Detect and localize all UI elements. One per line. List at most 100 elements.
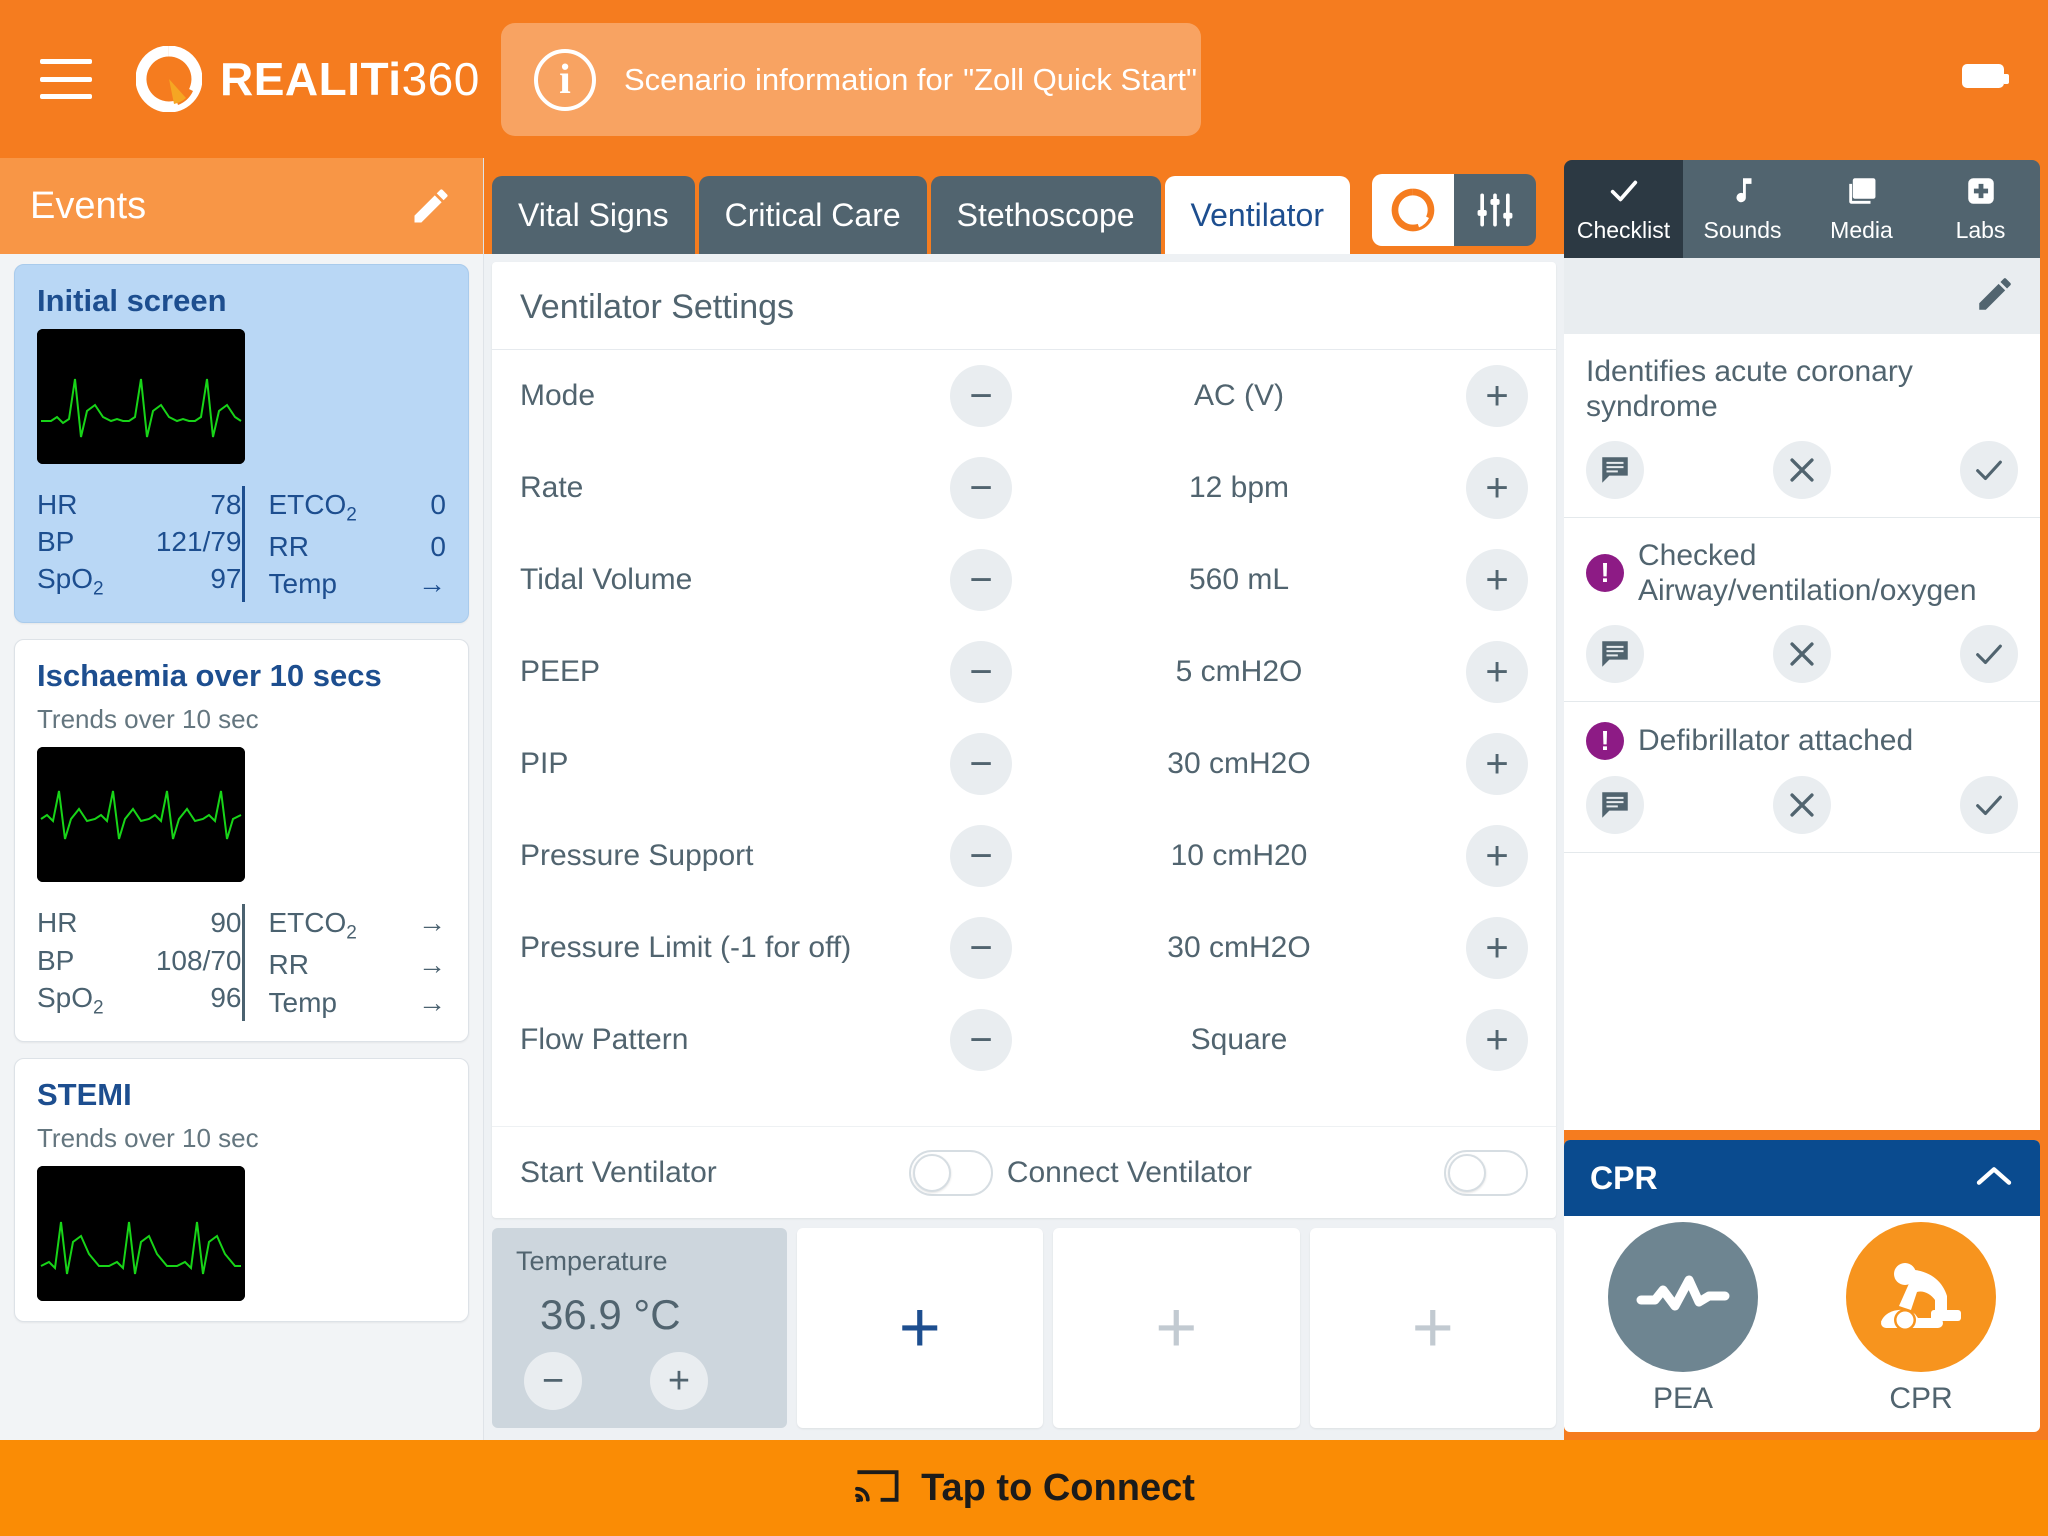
increment-button[interactable]: + [1466,549,1528,611]
comment-icon[interactable] [1586,440,1644,499]
add-parameter-tile-3[interactable]: + [1309,1228,1556,1428]
setting-value: 560 mL [1188,563,1290,596]
tab-ventilator[interactable]: Ventilator [1164,176,1350,254]
vital-label: SpO2 [37,981,104,1019]
add-parameter-tile-2[interactable]: + [1053,1228,1300,1428]
decrement-button[interactable]: − [950,733,1012,795]
cpr-body: PEA CPR [1564,1216,2040,1432]
center-tool-group [1372,174,1536,246]
setting-row-pressure-limit: Pressure Limit (-1 for off) − 30 cmH2O + [492,902,1556,994]
decrement-button[interactable]: − [950,1009,1012,1071]
temperature-tile[interactable]: Temperature 36.9 °C − + [492,1228,787,1428]
tab-stethoscope[interactable]: Stethoscope [930,176,1161,254]
decrement-button[interactable]: − [950,825,1012,887]
brand-name: REALITi [220,53,402,105]
hamburger-icon[interactable] [40,59,92,99]
tap-to-connect-bar[interactable]: Tap to Connect [0,1440,2048,1536]
tab-critical-care[interactable]: Critical Care [698,176,927,254]
cpr-action-label: PEA [1652,1382,1714,1415]
tab-vital-signs[interactable]: Vital Signs [492,176,695,254]
decrement-button[interactable]: − [950,641,1012,703]
vital-value: 0 [430,489,446,520]
event-card-initial-screen[interactable]: Initial screen HR 78 BP 121/79 SpO2 97 ETCO… [14,264,469,624]
increment-button[interactable]: + [1466,825,1528,887]
warning-icon: ! [1586,554,1624,593]
increment-button[interactable]: + [1466,457,1528,519]
event-card-subtitle: Trends over 10 sec [37,704,259,735]
increment-button[interactable]: + [1466,917,1528,979]
realiti-logo-button[interactable] [1372,174,1454,246]
vital-row: Temp → [269,565,447,602]
checklist-item-defibrillator-attached[interactable]: ! Defibrillator attached [1564,702,2040,853]
increment-button[interactable]: + [1466,365,1528,427]
checklist-item-text: Identifies acute coronary syndrome [1586,355,1913,424]
event-card-ischaemia[interactable]: Ischaemia over 10 secs Trends over 10 se… [14,639,469,1042]
decrement-button[interactable]: − [950,549,1012,611]
reject-x-icon[interactable] [1773,440,1831,499]
vital-label: ETCO2 [268,907,357,944]
temperature-label: Temperature [516,1246,668,1276]
pencil-icon[interactable] [409,184,453,228]
accept-check-icon[interactable] [1960,440,2018,499]
event-vitals-left: HR 78 BP 121/79 SpO2 97 [37,486,242,602]
cpr-header[interactable]: CPR [1564,1140,2040,1216]
tab-label: Labs [1955,217,2006,243]
plus-icon: + [1155,1288,1198,1368]
event-vitals-right: ETCO2 0 RR 0 Temp → [241,486,447,603]
plus-square-icon [1963,174,1999,213]
pencil-icon[interactable] [1974,273,2016,320]
scenario-info-banner[interactable]: i Scenario information for "Zoll Quick St… [501,23,1201,136]
vital-label: ETCO2 [268,489,357,526]
events-panel: Events Initial screen HR 78 BP 121/79 Sp… [0,158,484,1440]
event-card-subtitle: Trends over 10 sec [37,1122,259,1153]
checklist-item-checked-airway[interactable]: ! Checked Airway/ventilation/oxygen [1564,518,2040,702]
tab-checklist[interactable]: Checklist [1564,160,1683,258]
vital-row: SpO2 96 [37,979,242,1021]
start-ventilator-toggle[interactable] [908,1149,993,1196]
chevron-up-icon[interactable] [1974,1163,2014,1194]
ventilator-settings-rows: Mode − AC (V) + Rate − 12 bpm + Tidal Vo… [492,350,1556,1126]
tab-labs[interactable]: Labs [1921,160,2040,258]
setting-label: Mode [520,379,596,412]
temperature-decrement-button[interactable]: − [524,1352,582,1410]
comment-icon[interactable] [1586,775,1644,834]
vital-label: Temp [268,568,337,600]
brand-title: REALITi360 [220,52,480,106]
reject-x-icon[interactable] [1773,624,1831,683]
temperature-steppers: − + [516,1352,708,1410]
event-vitals: HR 90 BP 108/70 SpO2 96 ETCO2 → RR → Temp → [37,904,446,1021]
accept-check-icon[interactable] [1960,624,2018,683]
sliders-settings-button[interactable] [1454,174,1536,246]
reject-x-icon[interactable] [1773,775,1831,834]
decrement-button[interactable]: − [950,365,1012,427]
decrement-button[interactable]: − [950,457,1012,519]
increment-button[interactable]: + [1466,733,1528,795]
vital-value: 90 [210,907,242,939]
checklist-actions [1586,775,2018,834]
accept-check-icon[interactable] [1960,775,2018,834]
checklist-item-acute-coronary-syndrome[interactable]: Identifies acute coronary syndrome [1564,334,2040,518]
tab-media[interactable]: Media [1802,160,1921,258]
image-icon [1843,174,1881,213]
events-title: Events [30,184,147,227]
event-vitals-right: ETCO2 → RR → Temp → [241,904,446,1021]
vital-row: HR 90 [37,904,242,941]
event-card-stemi[interactable]: STEMI Trends over 10 sec [14,1057,469,1322]
event-card-title: STEMI [37,1076,132,1112]
add-parameter-tile-1[interactable]: + [796,1228,1043,1428]
increment-button[interactable]: + [1466,1009,1528,1071]
cpr-action-pea[interactable]: PEA [1608,1222,1758,1416]
temperature-increment-button[interactable]: + [650,1352,708,1410]
events-list[interactable]: Initial screen HR 78 BP 121/79 SpO2 97 ETCO… [0,254,483,1440]
comment-icon[interactable] [1586,624,1644,683]
vital-row: RR 0 [269,528,447,565]
setting-row-flow-pattern: Flow Pattern − Square + [492,994,1556,1086]
increment-button[interactable]: + [1466,641,1528,703]
connect-ventilator-toggle[interactable] [1444,1149,1528,1196]
cpr-action-cpr[interactable]: CPR [1846,1222,1996,1416]
tab-sounds[interactable]: Sounds [1683,160,1802,258]
cast-connect-icon [853,1466,901,1511]
cpr-title: CPR [1590,1159,1658,1196]
setting-value: AC (V) [1194,379,1284,412]
decrement-button[interactable]: − [950,917,1012,979]
